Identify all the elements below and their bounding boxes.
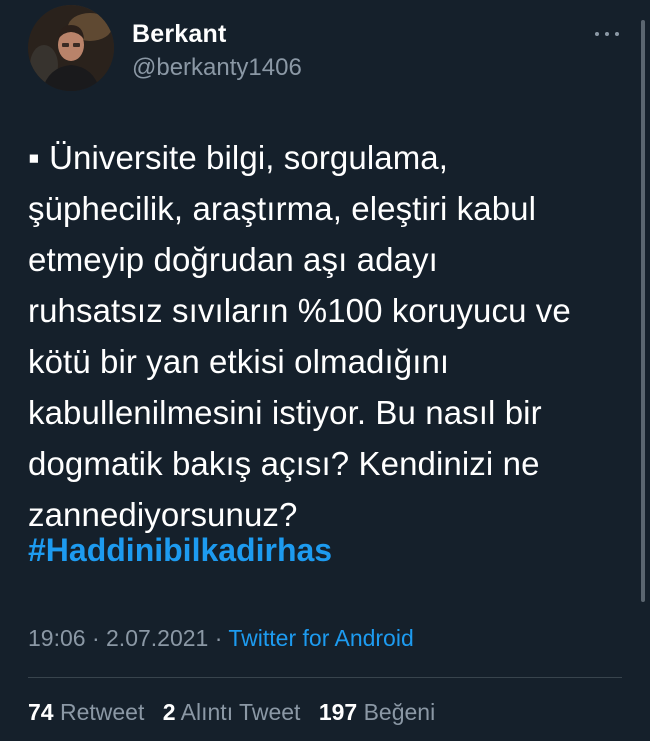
meta-separator: ·: [214, 625, 223, 651]
likes-stat[interactable]: 197 Beğeni: [319, 699, 435, 725]
more-options-icon[interactable]: [592, 24, 622, 44]
tweet-meta: 19:06 · 2.07.2021 · Twitter for Android: [28, 625, 414, 652]
retweets-label: Retweet: [59, 699, 145, 725]
tweet-time[interactable]: 19:06: [28, 625, 86, 651]
tweet-date[interactable]: 2.07.2021: [106, 625, 208, 651]
user-handle[interactable]: @berkanty1406: [132, 54, 302, 82]
avatar-photo: [28, 5, 114, 91]
likes-count: 197: [318, 699, 358, 725]
engagement-stats: 74 Retweet 2 Alıntı Tweet 197 Beğeni: [28, 699, 447, 726]
likes-label: Beğeni: [363, 699, 436, 725]
meta-separator: ·: [91, 625, 100, 651]
avatar[interactable]: [28, 5, 114, 91]
quotes-count: 2: [162, 699, 176, 725]
retweets-count: 74: [28, 699, 54, 725]
quotes-stat[interactable]: 2 Alıntı Tweet: [163, 699, 307, 725]
divider: [28, 677, 622, 678]
scrollbar[interactable]: [641, 20, 645, 602]
tweet-text: ▪ Üniversite bilgi, sorgulama, şüphecili…: [28, 139, 571, 533]
retweets-stat[interactable]: 74 Retweet: [28, 699, 151, 725]
hashtag-link[interactable]: #Haddinibilkadirhas: [28, 532, 332, 569]
display-name[interactable]: Berkant: [132, 20, 227, 49]
tweet-source-link[interactable]: Twitter for Android: [228, 625, 413, 651]
quotes-label: Alıntı Tweet: [180, 699, 301, 725]
